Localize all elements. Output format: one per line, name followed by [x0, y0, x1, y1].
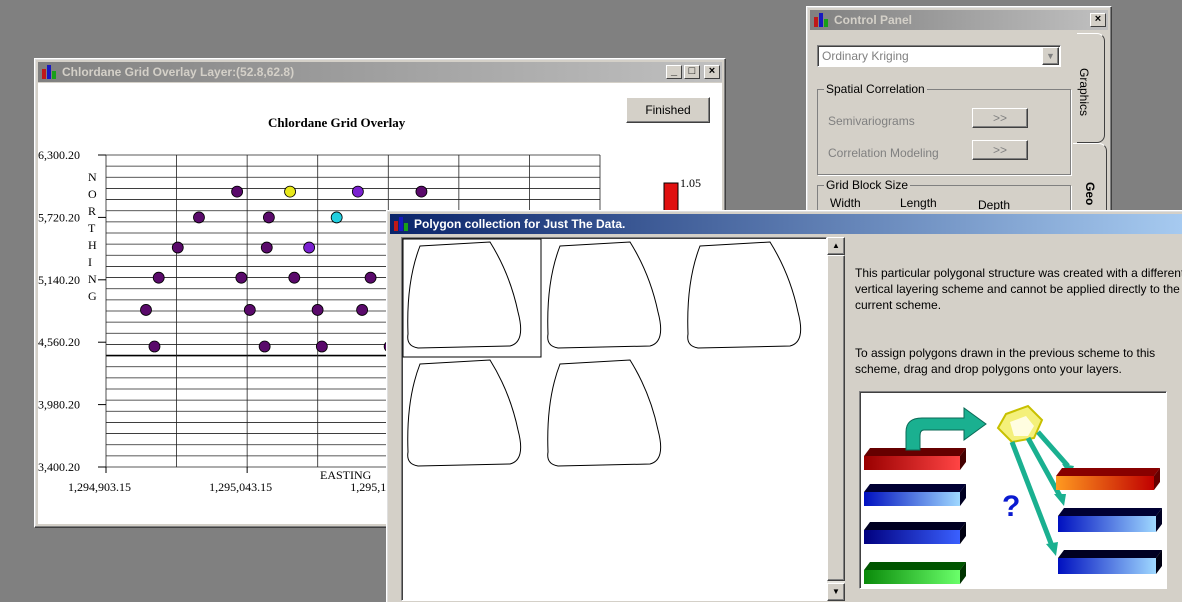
ylabel-letter: N	[88, 170, 97, 184]
data-point	[260, 241, 273, 254]
control-panel-titlebar[interactable]: Control Panel ×	[810, 10, 1108, 30]
tab-graphics-label: Graphics	[1077, 68, 1091, 117]
selection-frame	[402, 238, 542, 358]
y-tick-label: 5,140.20	[38, 273, 80, 287]
data-point	[243, 304, 256, 316]
tab-geo-label: Geo	[1083, 182, 1097, 206]
data-point	[231, 185, 244, 198]
polygon-window-titlebar[interactable]: Polygon collection for Just The Data.	[390, 214, 1182, 234]
ylabel-letter: H	[88, 238, 97, 252]
semivariograms-button[interactable]: >>	[972, 108, 1028, 128]
ylabel-letter: I	[88, 255, 92, 269]
data-point	[258, 340, 271, 353]
info-text-1: This particular polygonal structure was …	[855, 266, 1182, 312]
data-point	[351, 185, 364, 198]
spatial-correlation-label: Spatial Correlation	[824, 82, 927, 96]
ylabel-letter: O	[88, 187, 97, 201]
chevron-down-icon[interactable]: ▼	[1042, 47, 1059, 65]
scrollbar[interactable]: ▲ ▼	[827, 237, 845, 601]
polygon-thumbnail[interactable]	[407, 359, 522, 467]
question-mark-icon: ?	[1002, 490, 1020, 523]
polygon-thumbnail[interactable]	[547, 359, 662, 467]
scroll-thumb[interactable]	[827, 255, 845, 581]
chart-window-titlebar[interactable]: Chlordane Grid Overlay Layer:(52.8,62.8)…	[38, 62, 722, 82]
control-panel-window: Control Panel × Ordinary Kriging ▼ Spati…	[806, 6, 1112, 227]
data-point	[315, 340, 328, 353]
ylabel-letter: N	[88, 272, 97, 286]
correlation-modeling-button[interactable]: >>	[972, 140, 1028, 160]
data-point	[171, 241, 184, 254]
left-layer-stack	[864, 448, 966, 584]
illustration-graphic: ?	[864, 404, 1162, 584]
semivariograms-label: Semivariograms	[828, 114, 915, 128]
correlation-modeling-label: Correlation Modeling	[828, 146, 939, 160]
curved-arrow-icon	[905, 407, 987, 451]
close-icon[interactable]: ×	[704, 65, 720, 79]
x-tick-label: 1,295,043.15	[209, 480, 272, 494]
polygon-outline	[407, 359, 522, 467]
data-point	[303, 241, 316, 254]
polygon-thumbnail[interactable]	[547, 241, 662, 349]
close-icon[interactable]: ×	[1090, 13, 1106, 27]
scroll-down-icon[interactable]: ▼	[827, 583, 845, 601]
data-point	[152, 271, 165, 284]
ylabel-letter: G	[88, 289, 97, 303]
data-point	[415, 185, 428, 198]
minimize-icon[interactable]: _	[666, 65, 682, 79]
polygon-window: Polygon collection for Just The Data. ▲ …	[386, 210, 1182, 602]
app-icon	[42, 65, 58, 79]
data-point	[262, 211, 275, 224]
polygon-outline	[687, 241, 802, 349]
app-icon	[394, 217, 410, 231]
ylabel-letter: T	[88, 221, 96, 235]
polygon-window-title: Polygon collection for Just The Data.	[414, 217, 626, 231]
grid-block-size-label: Grid Block Size	[824, 178, 911, 192]
method-select-value: Ordinary Kriging	[822, 49, 909, 63]
legend-value: 1.05	[680, 176, 701, 190]
app-icon	[814, 13, 830, 27]
x-axis-label: EASTING	[320, 468, 372, 482]
data-point	[288, 271, 301, 284]
polygon-outline	[547, 359, 662, 467]
maximize-icon[interactable]: □	[684, 65, 700, 79]
control-panel-title: Control Panel	[834, 13, 913, 27]
polygon-thumbnails[interactable]	[402, 238, 826, 600]
data-point	[140, 304, 152, 316]
width-label: Width	[830, 196, 861, 210]
y-tick-label: 6,300.20	[38, 148, 80, 162]
scroll-up-icon[interactable]: ▲	[827, 237, 845, 255]
y-tick-label: 5,720.20	[38, 210, 80, 224]
info-text-2: To assign polygons drawn in the previous…	[855, 346, 1156, 376]
y-tick-label: 3,980.20	[38, 398, 80, 412]
data-point	[284, 185, 296, 198]
tab-graphics[interactable]: Graphics	[1077, 33, 1105, 143]
data-point	[235, 271, 248, 284]
spatial-correlation-group: Spatial Correlation Semivariograms >> Co…	[817, 82, 1071, 175]
y-tick-label: 4,560.20	[38, 335, 80, 349]
drag-drop-illustration: ?	[859, 391, 1167, 589]
polygon-thumbnail[interactable]	[402, 238, 542, 358]
polygon-thumbnail[interactable]	[687, 241, 802, 349]
polygon-list[interactable]	[401, 237, 827, 601]
ylabel-letter: R	[88, 204, 96, 218]
data-point	[364, 271, 377, 284]
method-select[interactable]: Ordinary Kriging ▼	[817, 45, 1061, 67]
polygon-outline	[547, 241, 662, 349]
data-point	[193, 211, 205, 224]
length-label: Length	[900, 196, 937, 210]
data-point	[356, 304, 369, 316]
data-point	[311, 304, 324, 316]
data-point	[148, 340, 161, 353]
chart-window-title: Chlordane Grid Overlay Layer:(52.8,62.8)	[62, 65, 295, 79]
y-tick-label: 3,400.20	[38, 460, 80, 474]
data-point	[330, 211, 343, 224]
right-layer-stack	[1056, 468, 1162, 574]
x-tick-label: 1,294,903.15	[68, 480, 131, 494]
polygon-outline	[407, 241, 522, 349]
